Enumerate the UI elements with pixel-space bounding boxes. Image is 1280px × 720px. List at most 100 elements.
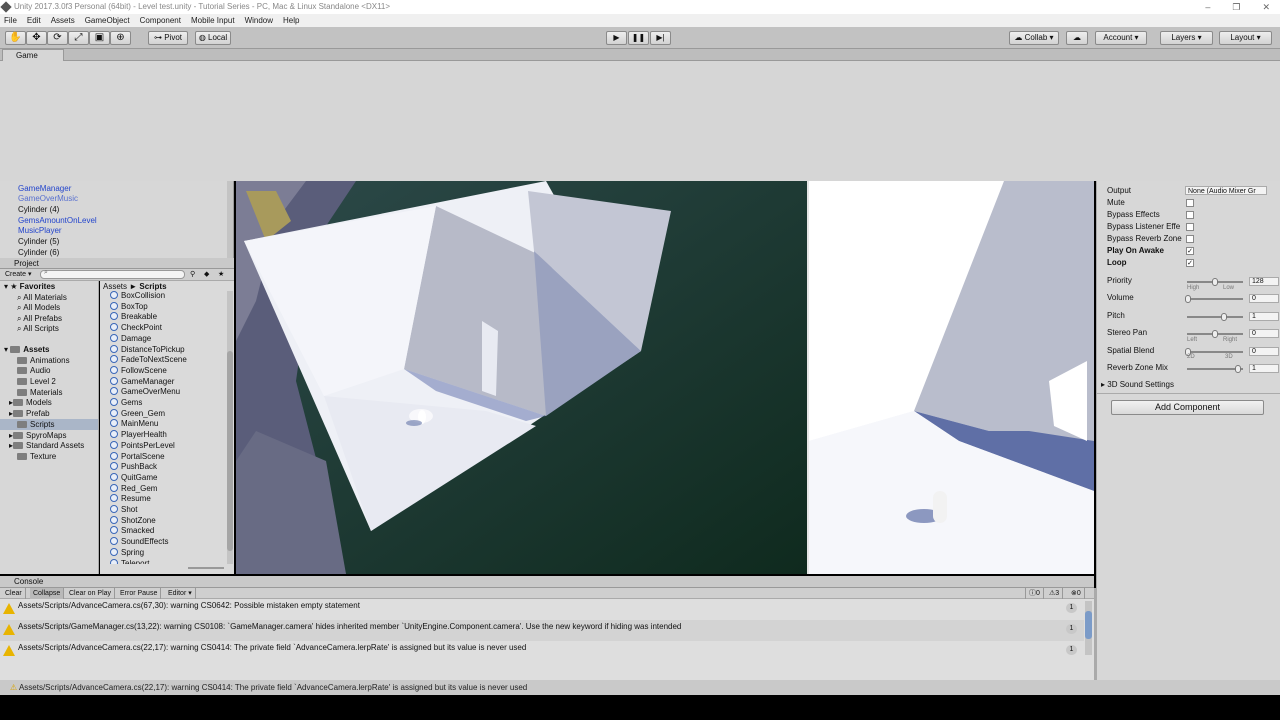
- folder-item[interactable]: Texture: [17, 452, 56, 462]
- close-button[interactable]: ✕: [1262, 0, 1270, 14]
- bypass-reverb-checkbox[interactable]: [1186, 235, 1194, 243]
- collab-dropdown[interactable]: ☁ Collab ▾: [1009, 31, 1059, 45]
- tab-console[interactable]: Console: [0, 576, 1094, 588]
- transform-tool-button[interactable]: ⊕: [110, 31, 131, 45]
- output-field[interactable]: None (Audio Mixer Gr: [1185, 186, 1267, 195]
- script-item[interactable]: Red_Gem: [110, 483, 157, 494]
- menu-edit[interactable]: Edit: [27, 14, 41, 27]
- layout-dropdown[interactable]: Layout ▾: [1219, 31, 1272, 45]
- project-scrollbar[interactable]: [227, 291, 233, 564]
- script-item[interactable]: QuitGame: [110, 472, 157, 483]
- hierarchy-item[interactable]: Cylinder (5): [18, 237, 59, 247]
- favorite-item[interactable]: ⌕ All Models: [17, 303, 60, 313]
- pitch-slider[interactable]: [1187, 316, 1243, 318]
- filter-label-icon[interactable]: ◆: [204, 270, 209, 278]
- status-message[interactable]: Assets/Scripts/AdvanceCamera.cs(22,17): …: [19, 683, 527, 692]
- assets-header[interactable]: ▾ Assets: [4, 345, 50, 355]
- stereo-pan-slider-knob[interactable]: [1212, 330, 1218, 338]
- console-row[interactable]: Assets/Scripts/GameManager.cs(13,22): wa…: [0, 620, 1084, 641]
- bypass-listener-checkbox[interactable]: [1186, 223, 1194, 231]
- favorite-star-icon[interactable]: ★: [218, 270, 224, 278]
- local-toggle[interactable]: ◍ Local: [195, 31, 231, 45]
- editor-dropdown[interactable]: Editor ▾: [165, 588, 196, 599]
- breadcrumb-current[interactable]: Scripts: [139, 282, 166, 291]
- folder-item[interactable]: ▸ Standard Assets: [9, 441, 84, 451]
- script-item[interactable]: CheckPoint: [110, 323, 162, 333]
- menu-help[interactable]: Help: [283, 14, 299, 27]
- maximize-button[interactable]: ❐: [1232, 0, 1240, 14]
- project-search-input[interactable]: ⌕: [40, 269, 185, 279]
- hierarchy-item[interactable]: GameManager: [18, 184, 71, 194]
- script-item[interactable]: Shot: [110, 505, 137, 515]
- reverb-zone-mix-slider-knob[interactable]: [1235, 365, 1241, 373]
- favorite-item[interactable]: ⌕ All Scripts: [17, 324, 59, 334]
- script-item[interactable]: BoxTop: [110, 301, 148, 312]
- script-item[interactable]: GameOverMenu: [110, 387, 180, 397]
- folder-item[interactable]: ▸ Prefab: [9, 409, 50, 419]
- sound-3d-foldout[interactable]: ▸ 3D Sound Settings: [1101, 380, 1174, 390]
- pitch-value[interactable]: 1: [1249, 312, 1279, 321]
- step-button[interactable]: ▶|: [650, 31, 671, 45]
- folder-item[interactable]: ▸ SpyroMaps: [9, 431, 66, 441]
- script-item[interactable]: DistanceToPickup: [110, 344, 185, 355]
- script-item[interactable]: Smacked: [110, 526, 154, 536]
- game-view-right[interactable]: [809, 181, 1094, 574]
- play-button[interactable]: ▶: [606, 31, 627, 45]
- game-view-left[interactable]: [236, 181, 807, 574]
- play-on-awake-checkbox[interactable]: ✓: [1186, 247, 1194, 255]
- rotate-tool-button[interactable]: ⟳: [47, 31, 68, 45]
- pause-button[interactable]: ❚❚: [628, 31, 649, 45]
- menu-mobile-input[interactable]: Mobile Input: [191, 14, 235, 27]
- folder-item[interactable]: Animations: [17, 356, 70, 366]
- volume-slider[interactable]: [1187, 298, 1243, 300]
- spatial-blend-slider[interactable]: [1187, 351, 1243, 353]
- script-item[interactable]: Damage: [110, 333, 151, 344]
- script-item[interactable]: BoxCollision: [110, 291, 165, 301]
- script-item[interactable]: Gems: [110, 398, 142, 408]
- hierarchy-item[interactable]: MusicPlayer: [18, 226, 62, 236]
- pitch-slider-knob[interactable]: [1221, 313, 1227, 321]
- script-item[interactable]: FadeToNextScene: [110, 355, 187, 365]
- folder-item[interactable]: ▸ Models: [9, 398, 52, 408]
- bypass-effects-checkbox[interactable]: [1186, 211, 1194, 219]
- menu-component[interactable]: Component: [140, 14, 181, 27]
- cloud-button[interactable]: ☁: [1066, 31, 1088, 45]
- script-item[interactable]: PointsPerLevel: [110, 440, 175, 451]
- folder-item[interactable]: Materials: [17, 388, 62, 398]
- tab-project[interactable]: Project: [0, 258, 234, 269]
- zoom-slider[interactable]: [188, 567, 224, 569]
- script-item[interactable]: FollowScene: [110, 365, 167, 376]
- create-dropdown[interactable]: Create ▾: [5, 270, 31, 278]
- folder-item[interactable]: Audio: [17, 366, 50, 376]
- favorites-header[interactable]: ▾ ★ Favorites: [4, 282, 55, 292]
- reverb-zone-mix-value[interactable]: 1: [1249, 364, 1279, 373]
- breadcrumb-root[interactable]: Assets: [103, 282, 127, 291]
- favorite-item[interactable]: ⌕ All Materials: [17, 293, 67, 303]
- script-item[interactable]: Teleport: [110, 558, 149, 564]
- scale-tool-button[interactable]: ⤢: [68, 31, 89, 45]
- loop-checkbox[interactable]: ✓: [1186, 259, 1194, 267]
- tab-game[interactable]: Game: [2, 49, 64, 61]
- minimize-button[interactable]: ‒: [1205, 0, 1210, 14]
- script-item[interactable]: SoundEffects: [110, 537, 168, 547]
- add-component-button[interactable]: Add Component: [1111, 400, 1264, 415]
- account-dropdown[interactable]: Account ▾: [1095, 31, 1147, 45]
- console-scrollbar[interactable]: [1085, 601, 1092, 655]
- menu-assets[interactable]: Assets: [51, 14, 75, 27]
- script-item[interactable]: GameManager: [110, 376, 174, 387]
- collapse-button[interactable]: Collapse: [30, 588, 65, 599]
- hand-tool-button[interactable]: ✋: [5, 31, 26, 45]
- hierarchy-item[interactable]: GemsAmountOnLevel: [18, 216, 97, 226]
- menu-window[interactable]: Window: [245, 14, 273, 27]
- favorite-item[interactable]: ⌕ All Prefabs: [17, 314, 62, 324]
- filter-type-icon[interactable]: ⚲: [190, 270, 195, 278]
- console-row[interactable]: Assets/Scripts/AdvanceCamera.cs(67,30): …: [0, 599, 1084, 620]
- scrollbar-thumb[interactable]: [227, 351, 233, 551]
- priority-slider-knob[interactable]: [1212, 278, 1218, 286]
- warnings-toggle[interactable]: ⚠3: [1046, 588, 1064, 599]
- script-item[interactable]: PushBack: [110, 462, 157, 472]
- script-item[interactable]: MainMenu: [110, 419, 158, 429]
- menu-file[interactable]: File: [4, 14, 17, 27]
- clear-button[interactable]: Clear: [2, 588, 26, 599]
- rect-tool-button[interactable]: ▣: [89, 31, 110, 45]
